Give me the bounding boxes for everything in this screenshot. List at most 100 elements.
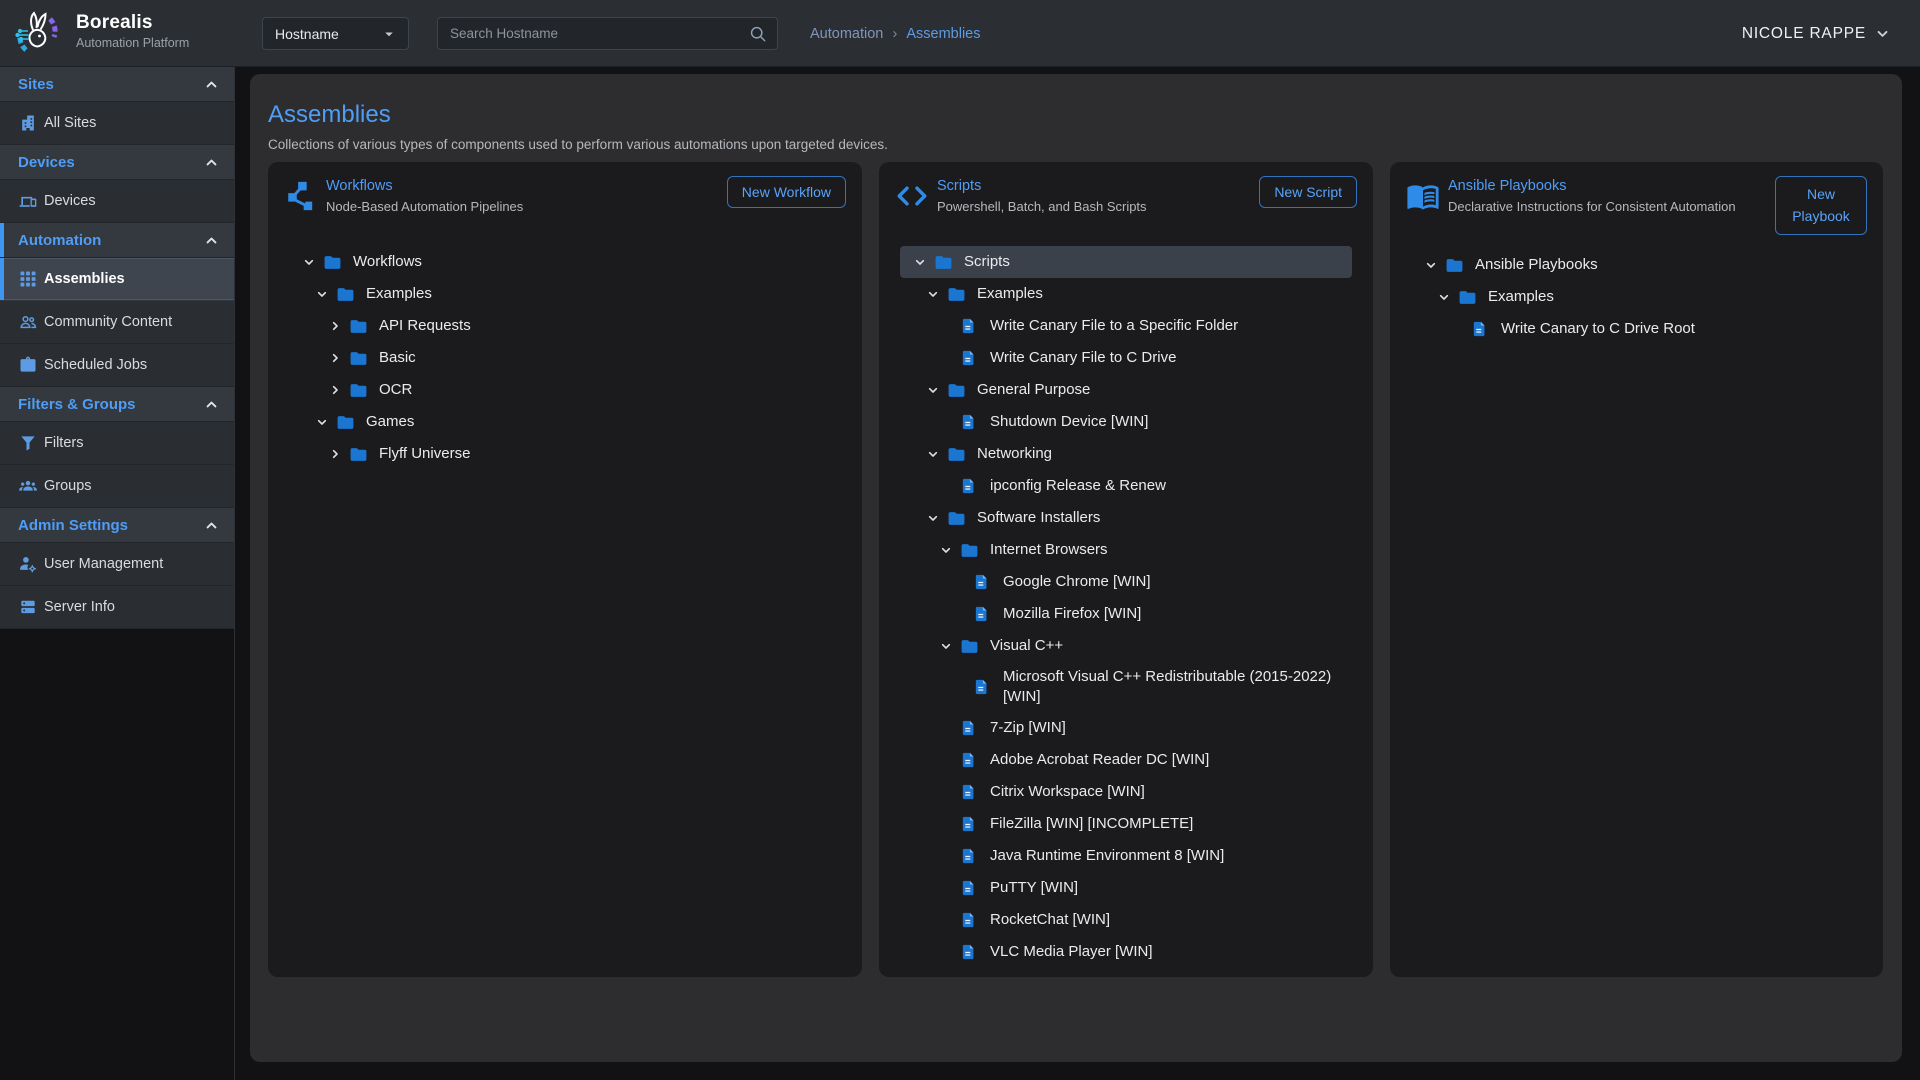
tree-folder-workflows[interactable]: Workflows <box>289 246 841 278</box>
chevron-up-icon[interactable] <box>202 231 221 250</box>
tree-file-filezilla-win-incomplete[interactable]: FileZilla [WIN] [INCOMPLETE] <box>900 808 1352 840</box>
folder-icon <box>336 413 355 432</box>
tree-node-label: Google Chrome [WIN] <box>1003 567 1151 597</box>
tree-folder-examples[interactable]: Examples <box>900 278 1352 310</box>
chevron-down-icon[interactable] <box>925 382 941 398</box>
sidebar-item-server-info[interactable]: Server Info <box>0 586 234 629</box>
tree-file-java-runtime-environment-8-win[interactable]: Java Runtime Environment 8 [WIN] <box>900 840 1352 872</box>
sidebar-section-label: Sites <box>18 76 54 93</box>
sidebar-section-sites[interactable]: Sites <box>0 67 234 102</box>
sidebar-section-filters-groups[interactable]: Filters & Groups <box>0 387 234 422</box>
chevron-down-icon[interactable] <box>925 510 941 526</box>
chevron-up-icon[interactable] <box>202 75 221 94</box>
tree-folder-api-requests[interactable]: API Requests <box>289 310 841 342</box>
playbooks-card-header: Ansible Playbooks Declarative Instructio… <box>1406 176 1867 235</box>
folder-icon <box>349 317 368 336</box>
tree-file-mozilla-firefox-win[interactable]: Mozilla Firefox [WIN] <box>900 598 1352 630</box>
tree-folder-flyff-universe[interactable]: Flyff Universe <box>289 438 841 470</box>
tree-file-write-canary-file-to-a-specific-folder[interactable]: Write Canary File to a Specific Folder <box>900 310 1352 342</box>
tree-folder-games[interactable]: Games <box>289 406 841 438</box>
tree-file-google-chrome-win[interactable]: Google Chrome [WIN] <box>900 566 1352 598</box>
tree-file-adobe-acrobat-reader-dc-win[interactable]: Adobe Acrobat Reader DC [WIN] <box>900 744 1352 776</box>
tree-file-vlc-media-player-win[interactable]: VLC Media Player [WIN] <box>900 936 1352 968</box>
tree-file-shutdown-device-win[interactable]: Shutdown Device [WIN] <box>900 406 1352 438</box>
chevron-right-icon[interactable] <box>327 350 343 366</box>
tree-folder-networking[interactable]: Networking <box>900 438 1352 470</box>
tree-folder-examples[interactable]: Examples <box>289 278 841 310</box>
scripts-card-header: Scripts Powershell, Batch, and Bash Scri… <box>895 176 1357 232</box>
tree-node-label: Adobe Acrobat Reader DC [WIN] <box>990 745 1209 775</box>
file-icon <box>960 910 979 930</box>
sidebar-item-devices[interactable]: Devices <box>0 180 234 223</box>
sidebar-section-label: Devices <box>18 154 75 171</box>
new-script-button[interactable]: New Script <box>1259 176 1357 208</box>
chevron-down-icon[interactable] <box>912 254 928 270</box>
sidebar-item-assemblies[interactable]: Assemblies <box>0 258 234 301</box>
sidebar-item-label: Server Info <box>44 599 115 615</box>
chevron-up-icon[interactable] <box>202 395 221 414</box>
sidebar-section-devices[interactable]: Devices <box>0 145 234 180</box>
breadcrumb-automation[interactable]: Automation <box>810 26 883 42</box>
sidebar-item-community-content[interactable]: Community Content <box>0 301 234 344</box>
tree-file-write-canary-to-c-drive-root[interactable]: Write Canary to C Drive Root <box>1411 313 1862 345</box>
sidebar-item-groups[interactable]: Groups <box>0 465 234 508</box>
sidebar-section-label: Admin Settings <box>18 517 128 534</box>
chevron-down-icon[interactable] <box>1436 289 1452 305</box>
chevron-right-icon[interactable] <box>327 382 343 398</box>
chevron-down-icon[interactable] <box>938 638 954 654</box>
tree-node-label: API Requests <box>379 311 471 341</box>
new-playbook-button[interactable]: New Playbook <box>1775 176 1867 235</box>
chevron-down-icon[interactable] <box>925 286 941 302</box>
tree-file-microsoft-visual-c-redistributable-2015-2022-win[interactable]: Microsoft Visual C++ Redistributable (20… <box>900 662 1352 712</box>
sidebar-item-user-management[interactable]: User Management <box>0 543 234 586</box>
hostname-select[interactable]: Hostname <box>262 17 409 50</box>
chevron-down-icon[interactable] <box>925 446 941 462</box>
groups-icon <box>18 476 38 496</box>
sidebar-item-filters[interactable]: Filters <box>0 422 234 465</box>
folder-icon <box>947 381 966 400</box>
sidebar-item-all-sites[interactable]: All Sites <box>0 102 234 145</box>
search-input[interactable] <box>450 26 748 41</box>
user-menu[interactable]: NICOLE RAPPE <box>1742 0 1892 67</box>
tree-folder-ansible-playbooks[interactable]: Ansible Playbooks <box>1411 249 1862 281</box>
tree-file-citrix-workspace-win[interactable]: Citrix Workspace [WIN] <box>900 776 1352 808</box>
folder-icon <box>960 637 979 656</box>
search-icon[interactable] <box>748 24 767 43</box>
chevron-up-icon[interactable] <box>202 153 221 172</box>
playbooks-tree: Ansible PlaybooksExamplesWrite Canary to… <box>1411 249 1862 345</box>
tree-file-rocketchat-win[interactable]: RocketChat [WIN] <box>900 904 1352 936</box>
chevron-down-icon[interactable] <box>314 286 330 302</box>
new-workflow-button[interactable]: New Workflow <box>727 176 846 208</box>
folder-icon <box>336 285 355 304</box>
community-icon <box>18 312 38 332</box>
sidebar-section-automation[interactable]: Automation <box>0 223 234 258</box>
chevron-down-icon[interactable] <box>938 542 954 558</box>
tree-folder-examples[interactable]: Examples <box>1411 281 1862 313</box>
tree-file-ipconfig-release-renew[interactable]: ipconfig Release & Renew <box>900 470 1352 502</box>
tree-folder-internet-browsers[interactable]: Internet Browsers <box>900 534 1352 566</box>
chevron-right-icon[interactable] <box>327 446 343 462</box>
sidebar-divider <box>234 67 235 1080</box>
chevron-up-icon[interactable] <box>202 516 221 535</box>
tree-folder-visual-c[interactable]: Visual C++ <box>900 630 1352 662</box>
tree-node-label: FileZilla [WIN] [INCOMPLETE] <box>990 809 1193 839</box>
chevron-down-icon[interactable] <box>301 254 317 270</box>
sidebar-section-label: Automation <box>18 232 101 249</box>
chevron-down-icon[interactable] <box>314 414 330 430</box>
sidebar-section-admin-settings[interactable]: Admin Settings <box>0 508 234 543</box>
tree-folder-scripts[interactable]: Scripts <box>900 246 1352 278</box>
tree-folder-ocr[interactable]: OCR <box>289 374 841 406</box>
chevron-down-icon[interactable] <box>1423 257 1439 273</box>
workflows-card-subtitle: Node-Based Automation Pipelines <box>326 198 717 215</box>
tree-file-putty-win[interactable]: PuTTY [WIN] <box>900 872 1352 904</box>
tree-file-write-canary-file-to-c-drive[interactable]: Write Canary File to C Drive <box>900 342 1352 374</box>
tree-folder-general-purpose[interactable]: General Purpose <box>900 374 1352 406</box>
sidebar-item-scheduled-jobs[interactable]: Scheduled Jobs <box>0 344 234 387</box>
tree-folder-basic[interactable]: Basic <box>289 342 841 374</box>
tree-folder-software-installers[interactable]: Software Installers <box>900 502 1352 534</box>
chevron-right-icon[interactable] <box>327 318 343 334</box>
folder-icon <box>947 285 966 304</box>
tree-file-7-zip-win[interactable]: 7-Zip [WIN] <box>900 712 1352 744</box>
breadcrumb-assemblies[interactable]: Assemblies <box>906 26 980 42</box>
sidebar-item-label: Filters <box>44 435 83 451</box>
